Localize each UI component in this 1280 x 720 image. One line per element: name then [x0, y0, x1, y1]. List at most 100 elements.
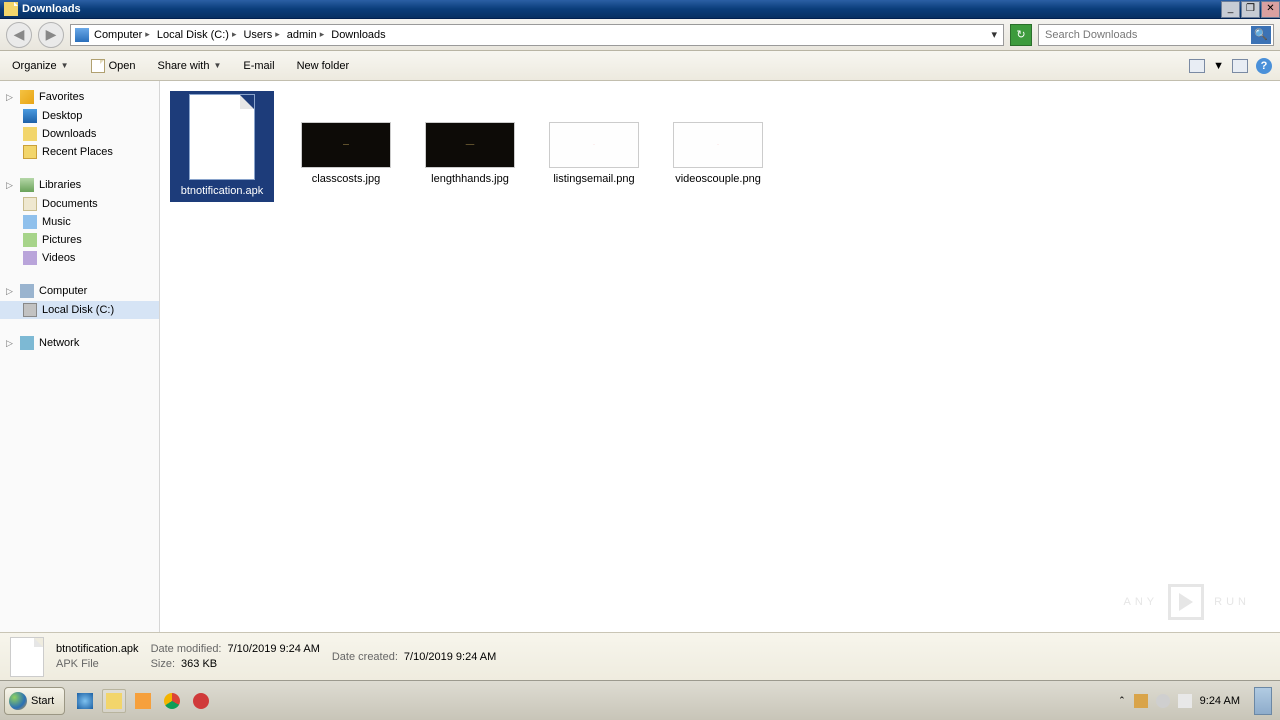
favorites-header[interactable]: ▷Favorites — [0, 87, 159, 107]
pictures-icon — [23, 233, 37, 247]
file-item[interactable]: · videoscouple.png — [666, 91, 770, 190]
folder-icon — [4, 2, 18, 16]
libraries-header[interactable]: ▷Libraries — [0, 175, 159, 195]
action-center-icon[interactable] — [1134, 694, 1148, 708]
breadcrumb-admin[interactable]: admin▸ — [285, 29, 330, 41]
libraries-icon — [20, 178, 34, 192]
details-filename: btnotification.apk — [56, 643, 139, 655]
navigation-pane: ▷Favorites Desktop Downloads Recent Plac… — [0, 81, 160, 632]
chrome-icon — [164, 693, 180, 709]
file-list[interactable]: btnotification.apk — classcosts.jpg ── l… — [160, 81, 1280, 632]
music-icon — [23, 215, 37, 229]
star-icon — [20, 90, 34, 104]
file-name: lengthhands.jpg — [429, 172, 511, 187]
help-icon[interactable]: ? — [1256, 58, 1272, 74]
command-bar: Organize▼ Open Share with▼ E-mail New fo… — [0, 51, 1280, 81]
clock[interactable]: 9:24 AM — [1200, 695, 1240, 707]
recent-icon — [23, 145, 37, 159]
size-label: Size: — [151, 658, 175, 670]
open-button[interactable]: Open — [87, 57, 140, 75]
title-bar: Downloads _ ❐ ✕ — [0, 0, 1280, 19]
taskbar: Start ⌃ 9:24 AM — [0, 680, 1280, 720]
videos-icon — [23, 251, 37, 265]
network-header[interactable]: ▷Network — [0, 333, 159, 353]
taskbar-chrome-icon[interactable] — [160, 689, 184, 713]
image-thumbnail: · — [549, 122, 639, 168]
breadcrumb-downloads[interactable]: Downloads — [329, 29, 387, 41]
network-icon — [20, 336, 34, 350]
computer-header[interactable]: ▷Computer — [0, 281, 159, 301]
forward-button[interactable]: ▶ — [38, 22, 64, 48]
address-bar[interactable]: Computer▸ Local Disk (C:)▸ Users▸ admin▸… — [70, 24, 1004, 46]
start-button[interactable]: Start — [4, 687, 65, 715]
breadcrumb-users[interactable]: Users▸ — [241, 29, 284, 41]
sidebar-item-documents[interactable]: Documents — [0, 195, 159, 213]
folder-icon — [106, 693, 122, 709]
taskbar-explorer-icon[interactable] — [102, 689, 126, 713]
show-desktop-button[interactable] — [1254, 687, 1272, 715]
email-button[interactable]: E-mail — [239, 58, 278, 74]
volume-icon[interactable] — [1156, 694, 1170, 708]
file-item[interactable]: · listingsemail.png — [542, 91, 646, 190]
sidebar-item-downloads[interactable]: Downloads — [0, 125, 159, 143]
modified-label: Date modified: — [151, 643, 222, 655]
flag-icon[interactable] — [1178, 694, 1192, 708]
view-button[interactable] — [1232, 59, 1248, 73]
file-icon — [189, 94, 255, 180]
created-label: Date created: — [332, 651, 398, 663]
breadcrumb-computer[interactable]: Computer▸ — [92, 29, 155, 41]
disk-icon — [23, 303, 37, 317]
file-name: listingsemail.png — [551, 172, 636, 187]
preview-pane-button[interactable] — [1189, 59, 1205, 73]
downloads-icon — [23, 127, 37, 141]
modified-value: 7/10/2019 9:24 AM — [228, 643, 320, 655]
close-button[interactable]: ✕ — [1261, 1, 1280, 18]
file-item[interactable]: — classcosts.jpg — [294, 91, 398, 190]
ie-icon — [77, 693, 93, 709]
details-filetype: APK File — [56, 658, 139, 670]
sidebar-item-music[interactable]: Music — [0, 213, 159, 231]
sidebar-item-pictures[interactable]: Pictures — [0, 231, 159, 249]
image-thumbnail: · — [673, 122, 763, 168]
organize-button[interactable]: Organize▼ — [8, 58, 73, 74]
image-thumbnail: ── — [425, 122, 515, 168]
sidebar-item-desktop[interactable]: Desktop — [0, 107, 159, 125]
back-button[interactable]: ◀ — [6, 22, 32, 48]
windows-orb-icon — [9, 692, 27, 710]
details-pane: btnotification.apk APK File Date modifie… — [0, 632, 1280, 680]
chevron-up-icon[interactable]: ⌃ — [1118, 695, 1126, 706]
maximize-button[interactable]: ❐ — [1241, 1, 1260, 18]
file-name: videoscouple.png — [673, 172, 763, 187]
documents-icon — [23, 197, 37, 211]
file-name: classcosts.jpg — [310, 172, 382, 187]
window-title: Downloads — [22, 3, 81, 15]
file-item[interactable]: ── lengthhands.jpg — [418, 91, 522, 190]
address-dropdown-icon[interactable]: ▾ — [987, 28, 1001, 41]
file-icon — [91, 59, 105, 73]
search-box[interactable]: Search Downloads 🔍 — [1038, 24, 1274, 46]
sidebar-item-videos[interactable]: Videos — [0, 249, 159, 267]
desktop-icon — [23, 109, 37, 123]
computer-icon — [20, 284, 34, 298]
search-icon[interactable]: 🔍 — [1251, 26, 1271, 44]
taskbar-media-icon[interactable] — [131, 689, 155, 713]
minimize-button[interactable]: _ — [1221, 1, 1240, 18]
sidebar-item-recent[interactable]: Recent Places — [0, 143, 159, 161]
system-tray: ⌃ 9:24 AM — [1118, 687, 1276, 715]
share-button[interactable]: Share with▼ — [153, 58, 225, 74]
play-icon — [1168, 584, 1204, 620]
image-thumbnail: — — [301, 122, 391, 168]
view-dropdown-icon[interactable]: ▼ — [1213, 60, 1224, 72]
nav-bar: ◀ ▶ Computer▸ Local Disk (C:)▸ Users▸ ad… — [0, 19, 1280, 51]
file-icon — [10, 637, 44, 677]
sidebar-item-local-disk[interactable]: Local Disk (C:) — [0, 301, 159, 319]
refresh-button[interactable]: ↻ — [1010, 24, 1032, 46]
taskbar-ie-icon[interactable] — [73, 689, 97, 713]
size-value: 363 KB — [181, 658, 217, 670]
file-name: btnotification.apk — [179, 184, 266, 199]
taskbar-app-icon[interactable] — [189, 689, 213, 713]
shield-icon — [193, 693, 209, 709]
file-item[interactable]: btnotification.apk — [170, 91, 274, 202]
new-folder-button[interactable]: New folder — [293, 58, 354, 74]
breadcrumb-drive[interactable]: Local Disk (C:)▸ — [155, 29, 242, 41]
